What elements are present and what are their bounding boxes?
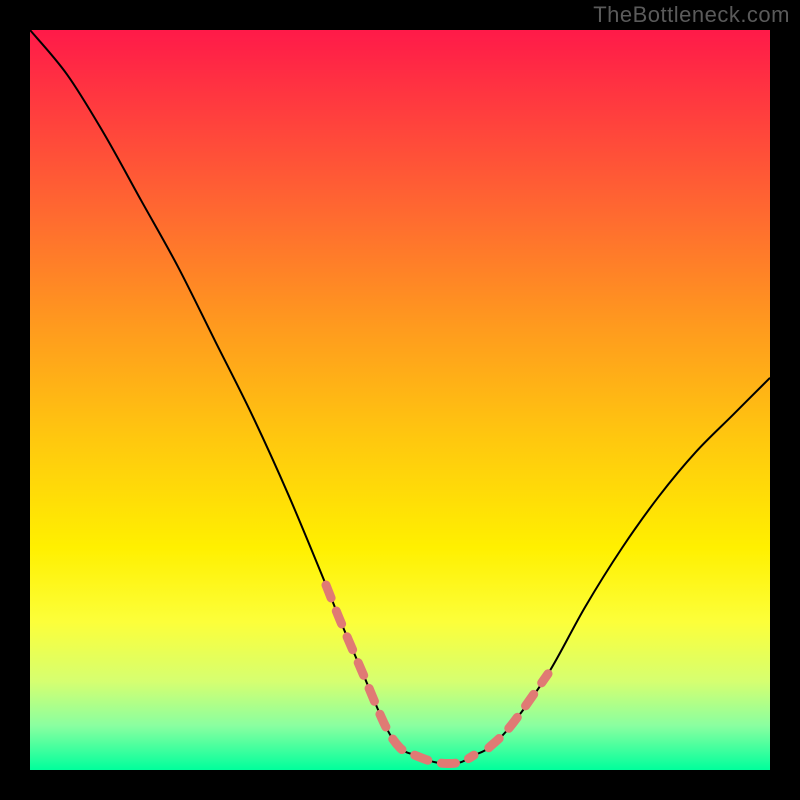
plot-area — [30, 30, 770, 770]
watermark-text: TheBottleneck.com — [593, 2, 790, 28]
chart-frame: TheBottleneck.com — [0, 0, 800, 800]
gradient-background — [30, 30, 770, 770]
chart-svg — [30, 30, 770, 770]
